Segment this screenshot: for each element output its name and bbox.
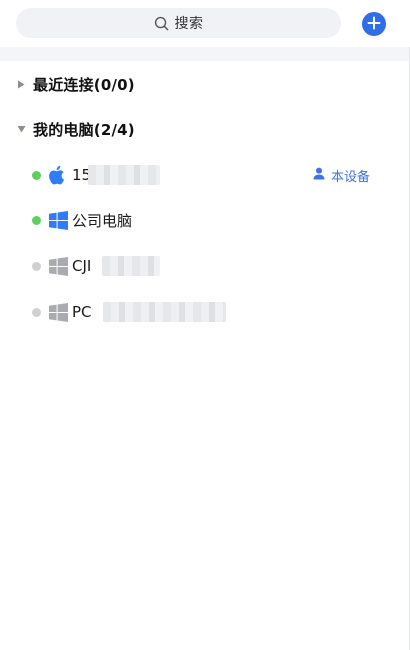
- device-row[interactable]: PC: [0, 297, 410, 327]
- device-name: 公司电脑: [72, 211, 133, 230]
- offline-status-dot: [32, 307, 41, 317]
- redacted-text: [88, 165, 160, 185]
- group-recent-connections[interactable]: 最近连接(0/0): [0, 70, 410, 98]
- this-device-badge: 本设备: [313, 166, 370, 185]
- offline-status-dot: [32, 261, 41, 271]
- this-device-label: 本设备: [331, 169, 371, 185]
- redacted-text: [102, 256, 160, 276]
- redacted-text: [103, 302, 226, 322]
- device-row[interactable]: 公司电脑: [0, 205, 410, 235]
- device-name: CJI: [72, 257, 92, 275]
- apple-icon: [48, 165, 68, 185]
- online-status-dot: [32, 215, 41, 225]
- search-placeholder: 搜索: [174, 16, 204, 32]
- windows-icon: [48, 256, 68, 276]
- windows-icon: [48, 210, 68, 230]
- caret-down-icon: [16, 124, 26, 134]
- online-status-dot: [32, 170, 41, 180]
- device-name: PC: [72, 303, 92, 321]
- caret-right-icon: [16, 79, 26, 89]
- device-row[interactable]: CJI: [0, 251, 410, 281]
- group-my-computers[interactable]: 我的电脑(2/4): [0, 115, 410, 143]
- group-title: 最近连接(0/0): [33, 75, 135, 94]
- windows-icon: [48, 302, 68, 322]
- top-bar: 搜索: [0, 0, 410, 47]
- device-row[interactable]: 15 本设备: [0, 160, 410, 190]
- group-title: 我的电脑(2/4): [33, 120, 135, 139]
- plus-circle-icon: [367, 15, 381, 34]
- search-icon: [154, 16, 169, 31]
- search-input[interactable]: 搜索: [16, 8, 341, 38]
- add-button[interactable]: [362, 12, 386, 36]
- section-divider: [0, 47, 410, 61]
- user-icon: [313, 167, 325, 184]
- app-window: 搜索 最近连接(0/0) 我的电脑(2/4) 15 本设备 公司电脑 CJI P…: [0, 0, 410, 650]
